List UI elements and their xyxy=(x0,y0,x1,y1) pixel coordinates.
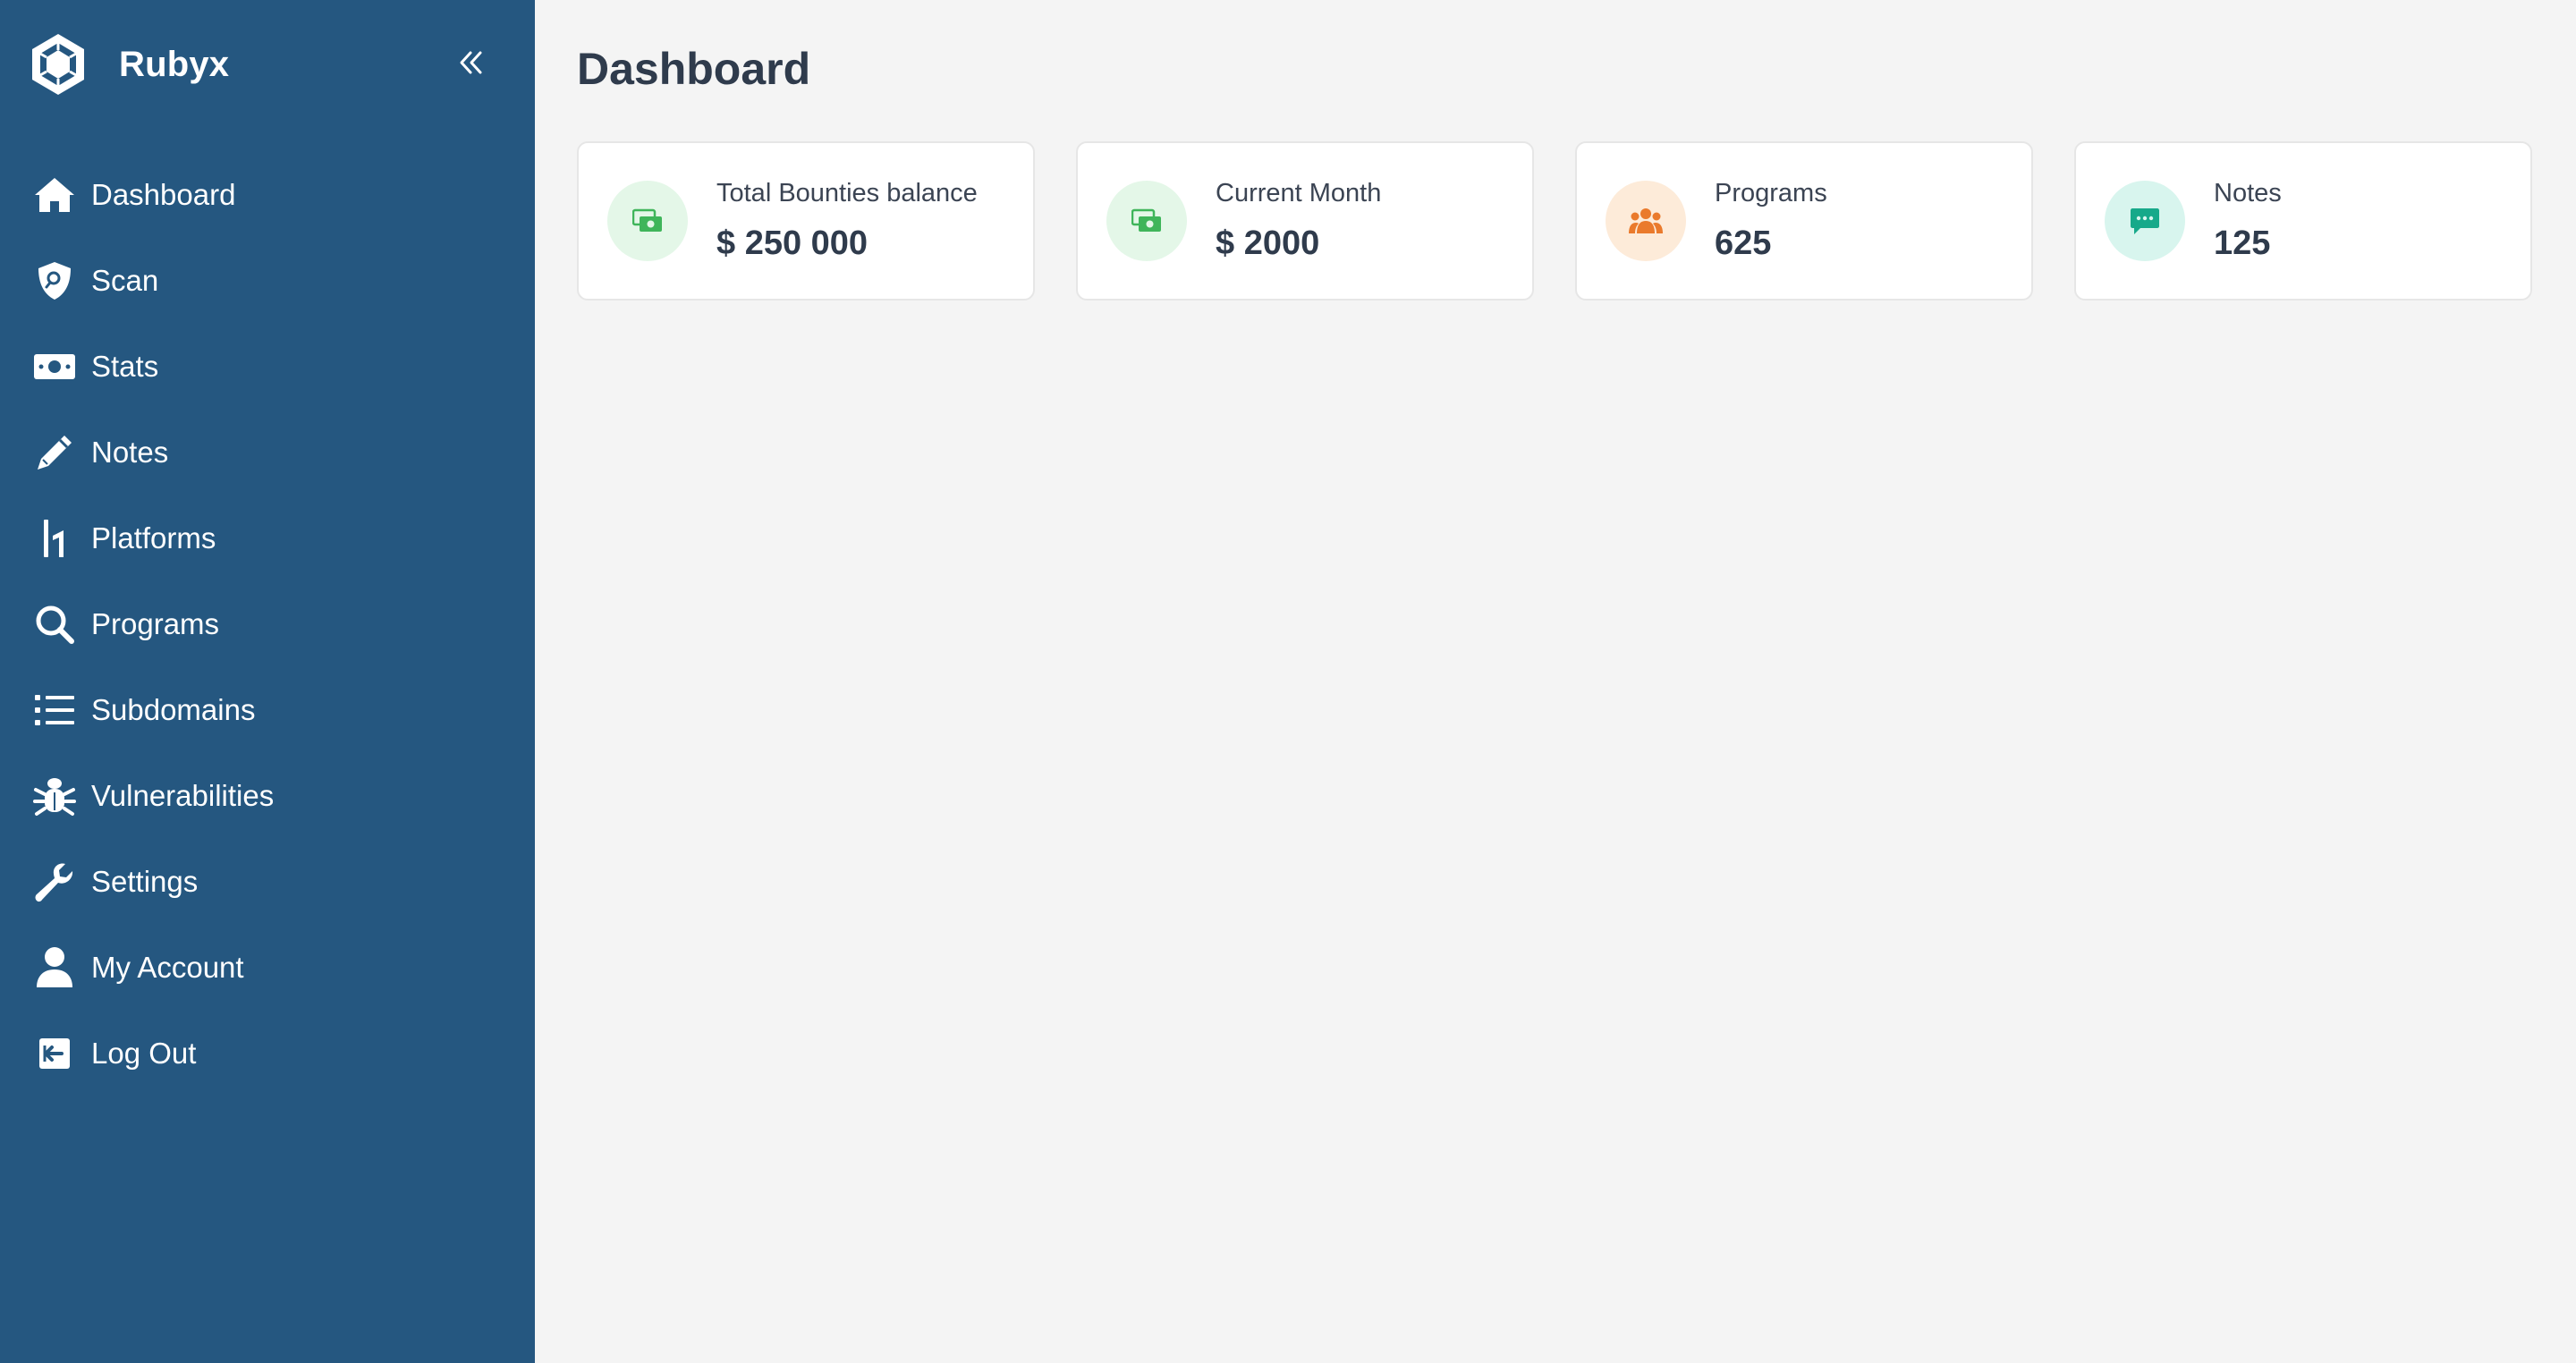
hackerone-icon xyxy=(32,516,77,561)
sidebar-item-label: My Account xyxy=(91,951,244,984)
user-icon xyxy=(32,945,77,990)
collapse-sidebar-button[interactable] xyxy=(453,43,488,86)
page-title: Dashboard xyxy=(577,44,811,94)
logout-icon xyxy=(32,1031,77,1076)
sidebar-item-programs[interactable]: Programs xyxy=(0,581,535,667)
home-icon xyxy=(32,173,77,217)
stat-card-value: $ 2000 xyxy=(1216,224,1320,262)
app-window: Rubyx Dashboard Scan Stats Notes Platfor… xyxy=(0,0,2576,1363)
sidebar-item-label: Vulnerabilities xyxy=(91,779,275,812)
stat-card-value: 625 xyxy=(1715,224,1772,262)
sidebar-nav: Dashboard Scan Stats Notes Platforms Pro… xyxy=(0,152,535,1096)
sidebar-item-dashboard[interactable]: Dashboard xyxy=(0,152,535,238)
sidebar-item-stats[interactable]: Stats xyxy=(0,324,535,410)
main-content: Dashboard Total Bounties balance $ 250 0… xyxy=(535,0,2576,1363)
money-icon xyxy=(607,181,688,261)
sidebar-item-label: Stats xyxy=(91,350,159,383)
users-icon xyxy=(1606,181,1686,261)
stat-card-text: Total Bounties balance $ 250 000 xyxy=(716,179,978,263)
sidebar-item-vulnerabilities[interactable]: Vulnerabilities xyxy=(0,753,535,839)
stat-card-label: Current Month xyxy=(1216,179,1382,207)
pencil-icon xyxy=(32,430,77,475)
rubyx-logo-icon xyxy=(30,32,87,97)
sidebar-item-log-out[interactable]: Log Out xyxy=(0,1011,535,1096)
stat-card-label: Total Bounties balance xyxy=(716,179,978,207)
sidebar-item-scan[interactable]: Scan xyxy=(0,238,535,324)
stat-card-value: $ 250 000 xyxy=(716,224,869,262)
sidebar-item-label: Dashboard xyxy=(91,178,236,211)
stat-card-total-bounties: Total Bounties balance $ 250 000 xyxy=(577,141,1035,301)
sidebar-item-notes[interactable]: Notes xyxy=(0,410,535,495)
sidebar-item-label: Platforms xyxy=(91,521,216,555)
stat-card-label: Notes xyxy=(2214,179,2282,207)
sidebar-item-subdomains[interactable]: Subdomains xyxy=(0,667,535,753)
sidebar-item-label: Subdomains xyxy=(91,693,256,726)
brand[interactable]: Rubyx xyxy=(30,32,229,97)
double-chevron-left-icon xyxy=(457,49,484,80)
stat-card-notes: Notes 125 xyxy=(2074,141,2532,301)
stats-cards: Total Bounties balance $ 250 000 Current… xyxy=(577,141,2532,301)
stat-card-label: Programs xyxy=(1715,179,1827,207)
search-icon xyxy=(32,602,77,647)
bug-icon xyxy=(32,774,77,818)
money-icon xyxy=(1106,181,1187,261)
stat-card-current-month: Current Month $ 2000 xyxy=(1076,141,1534,301)
sidebar-item-label: Settings xyxy=(91,865,199,898)
sidebar-item-label: Programs xyxy=(91,607,220,640)
stat-card-text: Current Month $ 2000 xyxy=(1216,179,1381,263)
money-bill-icon xyxy=(32,344,77,389)
sidebar: Rubyx Dashboard Scan Stats Notes Platfor… xyxy=(0,0,535,1363)
app-name: Rubyx xyxy=(119,44,230,84)
sidebar-item-platforms[interactable]: Platforms xyxy=(0,495,535,581)
sidebar-item-my-account[interactable]: My Account xyxy=(0,925,535,1011)
sidebar-item-label: Notes xyxy=(91,436,169,469)
chat-icon xyxy=(2105,181,2185,261)
stat-card-programs: Programs 625 xyxy=(1575,141,2033,301)
sidebar-item-settings[interactable]: Settings xyxy=(0,839,535,925)
stat-card-text: Notes 125 xyxy=(2214,179,2282,263)
stat-card-text: Programs 625 xyxy=(1715,179,1827,263)
sidebar-item-label: Scan xyxy=(91,264,159,297)
stat-card-value: 125 xyxy=(2214,224,2271,262)
wrench-icon xyxy=(32,859,77,904)
sidebar-item-label: Log Out xyxy=(91,1037,197,1070)
list-icon xyxy=(32,688,77,732)
shield-search-icon xyxy=(32,258,77,303)
